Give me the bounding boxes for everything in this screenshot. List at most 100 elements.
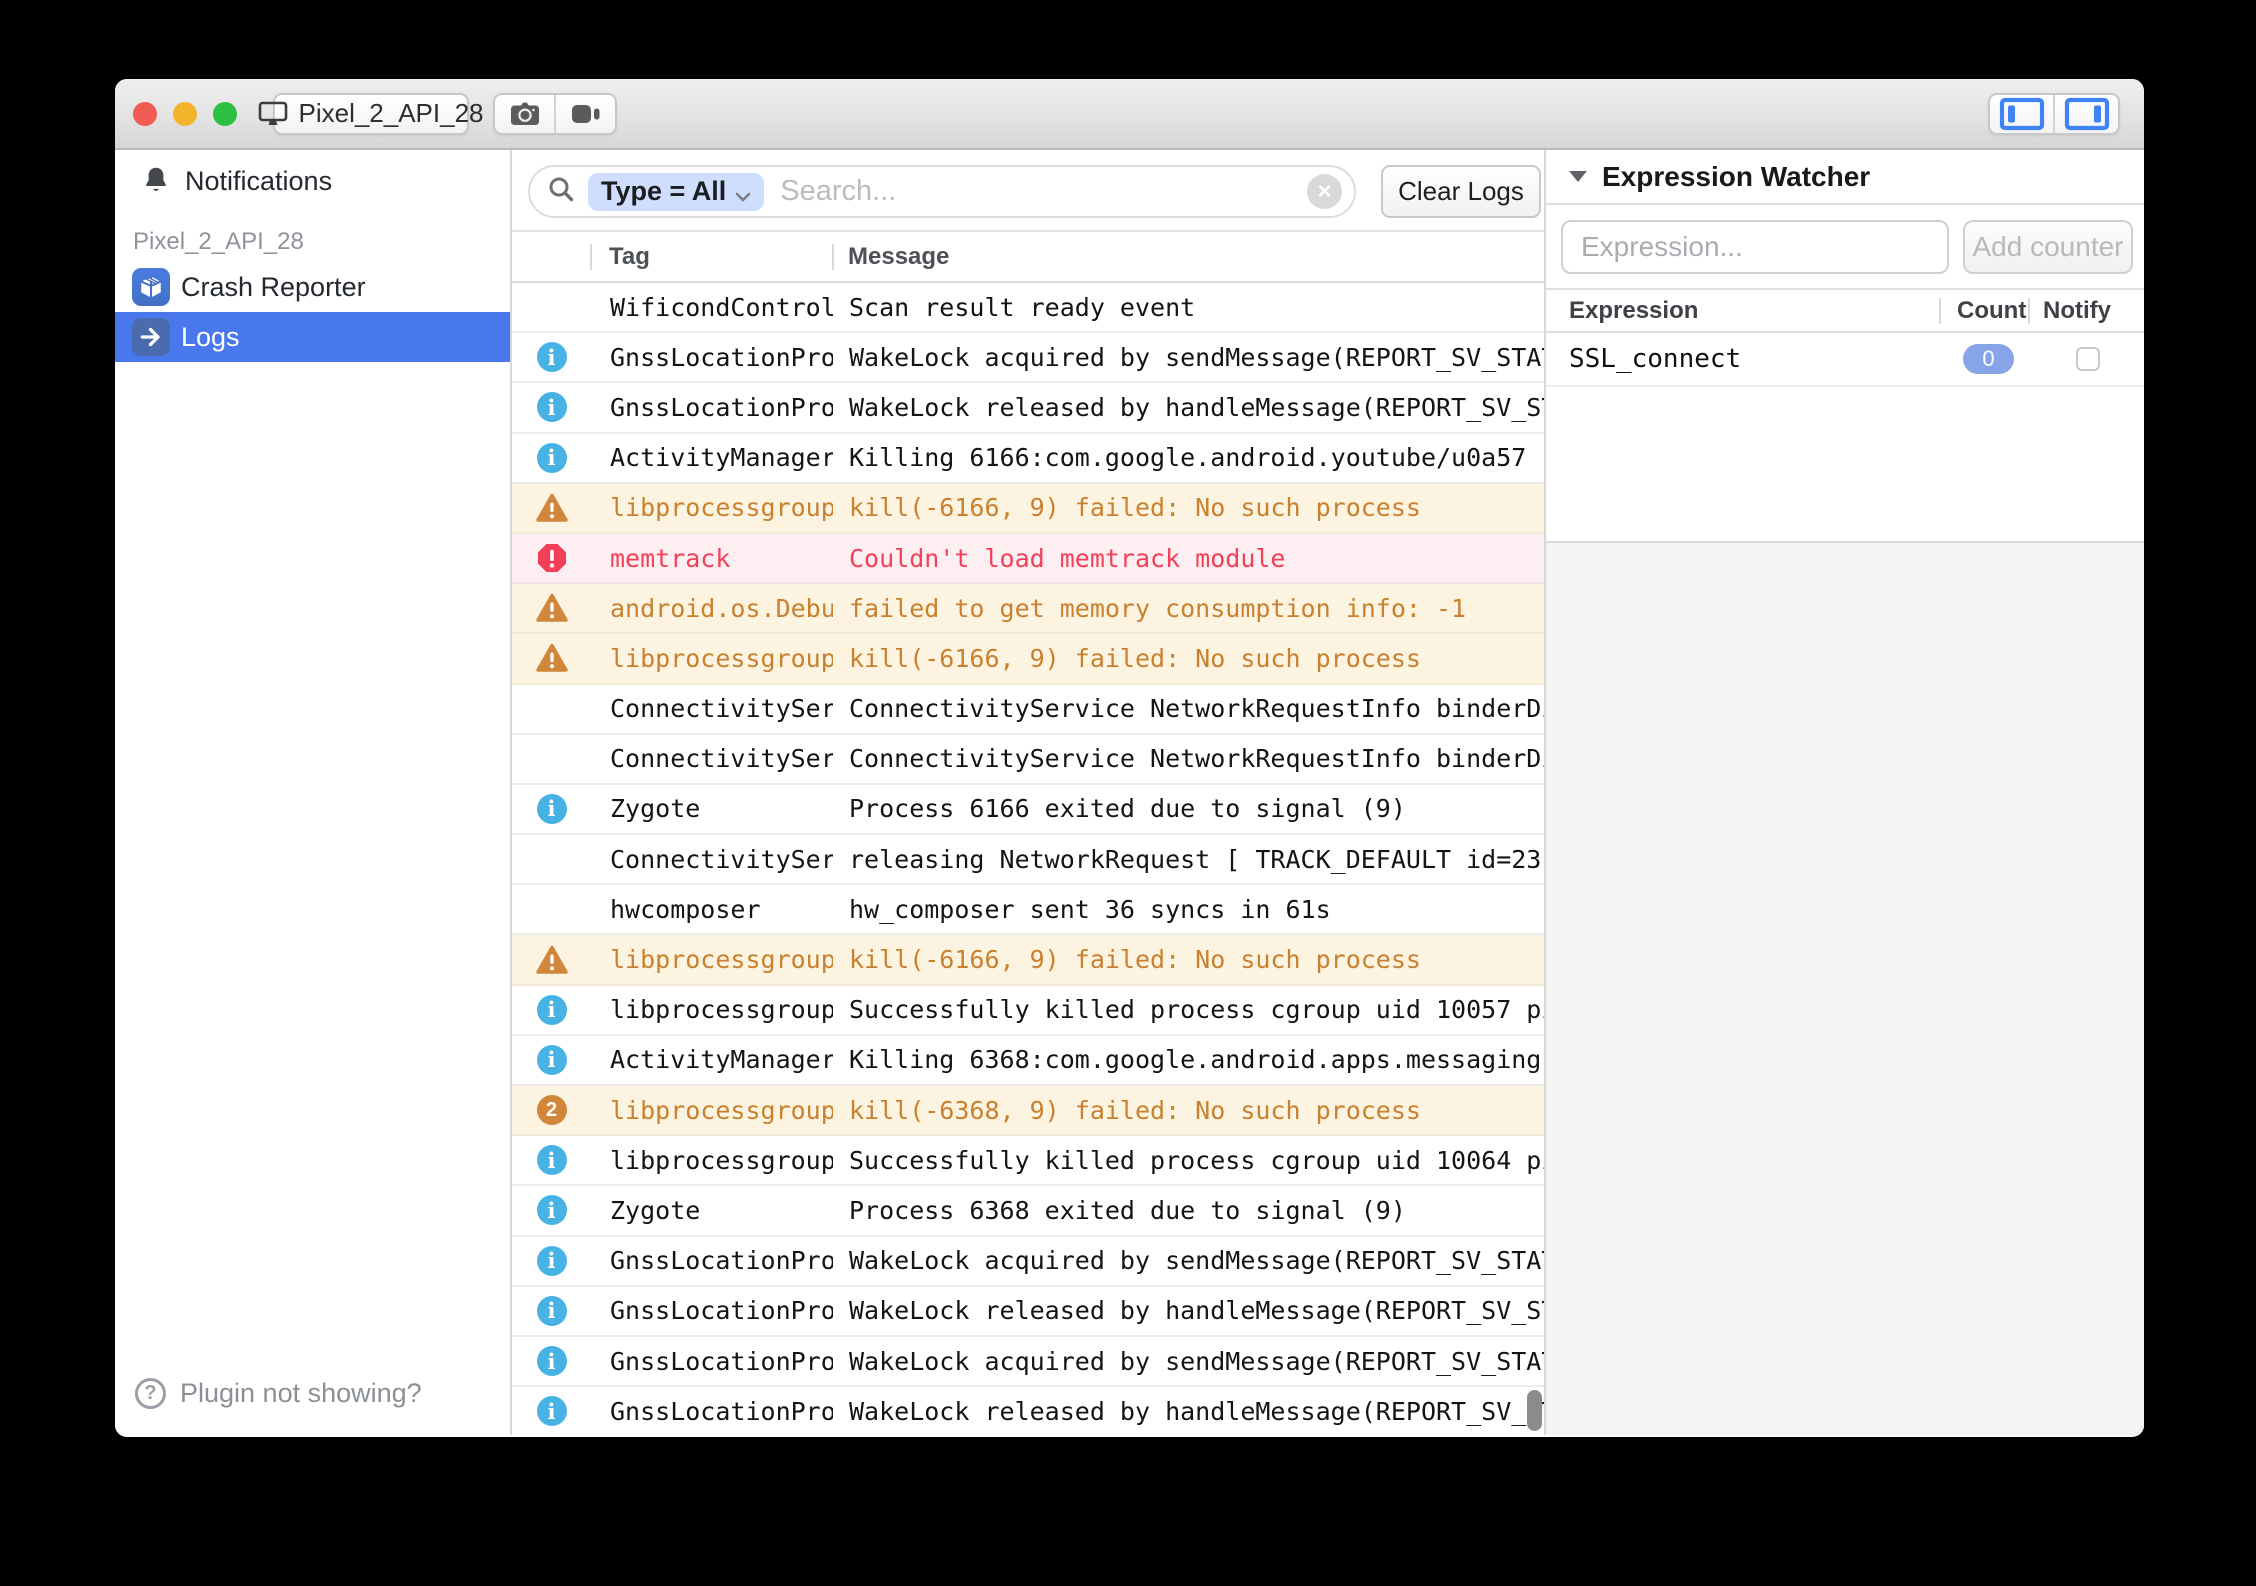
log-panel: Type = All × Clear Logs [512,150,1544,1435]
log-message-cell: ConnectivityService NetworkRequestInfo b… [833,694,1544,723]
expression-watcher-panel: Expression Watcher Add counter Expressio… [1544,150,2144,1435]
log-row[interactable]: i GnssLocationProvider WakeLock acquired… [512,1237,1544,1287]
log-tag-cell: GnssLocationProvider [591,393,833,422]
warning-icon [536,493,568,523]
camera-icon [510,102,540,126]
log-tag-cell: GnssLocationProvider [591,1296,833,1325]
log-row[interactable]: libprocessgroup kill(-6166, 9) failed: N… [512,634,1544,684]
log-row[interactable]: i ActivityManager Killing 6368:com.googl… [512,1036,1544,1086]
log-row[interactable]: ConnectivityService releasing NetworkReq… [512,835,1544,885]
log-message-cell: Process 6166 exited due to signal (9) [833,794,1544,823]
log-row[interactable]: memtrack Couldn't load memtrack module [512,534,1544,584]
log-level-cell: i [512,1346,591,1376]
log-tag-cell: ActivityManager [591,443,833,472]
clear-logs-button[interactable]: Clear Logs [1381,165,1541,218]
plugin-help-link[interactable]: ? Plugin not showing? [135,1378,422,1409]
sidebar-item-label: Logs [181,322,240,353]
log-row[interactable]: i GnssLocationProvider WakeLock released… [512,1287,1544,1337]
log-row[interactable]: libprocessgroup kill(-6166, 9) failed: N… [512,484,1544,534]
log-tag-cell: libprocessgroup [591,1146,833,1175]
log-row[interactable]: i Zygote Process 6368 exited due to sign… [512,1186,1544,1236]
warning-icon [536,945,568,975]
watcher-background-area [1546,543,2144,1435]
log-tag-cell: Zygote [591,1196,833,1225]
log-row[interactable]: WificondControl Scan result ready event [512,283,1544,333]
log-row[interactable]: i ActivityManager Killing 6166:com.googl… [512,434,1544,484]
desktop-background: Pixel_2_API_28 [0,0,2256,1586]
log-tag-cell: libprocessgroup [591,1096,833,1125]
log-row[interactable]: android.os.Debug failed to get memory co… [512,584,1544,634]
titlebar: Pixel_2_API_28 [115,79,2144,150]
log-row[interactable]: libprocessgroup kill(-6166, 9) failed: N… [512,935,1544,985]
sidebar-item-logs[interactable]: Logs [115,312,510,362]
notify-column-header: Notify [2030,297,2144,325]
minimize-button[interactable] [173,102,197,126]
type-filter-chip[interactable]: Type = All [588,173,764,211]
info-icon: i [537,1246,567,1276]
log-message-cell: Successfully killed process cgroup uid 1… [833,995,1544,1024]
right-panel-icon [2064,97,2110,131]
log-level-cell: i [512,1145,591,1175]
expression-input[interactable] [1561,220,1949,274]
log-level-cell: i [512,1045,591,1075]
log-toolbar: Type = All × Clear Logs [512,150,1544,232]
watcher-row[interactable]: SSL_connect 0 [1546,333,2144,387]
watcher-input-row: Add counter [1546,205,2144,290]
log-message-cell: WakeLock released by handleMessage(REPOR… [833,393,1544,422]
log-message-cell: kill(-6166, 9) failed: No such process [833,644,1544,673]
info-icon: i [537,443,567,473]
log-rows-container: WificondControl Scan result ready event … [512,283,1544,1435]
log-row[interactable]: i GnssLocationProvider WakeLock released… [512,1387,1544,1435]
log-row[interactable]: ConnectivityService ConnectivityService … [512,685,1544,735]
log-level-cell: i [512,1296,591,1326]
log-row[interactable]: ConnectivityService ConnectivityService … [512,735,1544,785]
log-message-cell: Successfully killed process cgroup uid 1… [833,1146,1544,1175]
log-level-cell [512,493,591,523]
log-message-cell: Killing 6166:com.google.android.youtube/… [833,443,1544,472]
log-message-cell: kill(-6368, 9) failed: No such process [833,1096,1544,1125]
clear-search-icon[interactable]: × [1307,174,1342,209]
search-input[interactable] [780,175,1307,208]
toggle-left-panel-button[interactable] [1990,95,2053,133]
log-row[interactable]: i GnssLocationProvider WakeLock acquired… [512,333,1544,383]
zoom-button[interactable] [213,102,237,126]
sidebar-item-crash-reporter[interactable]: Crash Reporter [115,262,510,312]
log-row[interactable]: 2 libprocessgroup kill(-6368, 9) failed:… [512,1086,1544,1136]
info-icon: i [537,342,567,372]
notify-checkbox[interactable] [2076,347,2100,371]
watcher-header[interactable]: Expression Watcher [1546,150,2144,205]
log-row[interactable]: i libprocessgroup Successfully killed pr… [512,1136,1544,1186]
log-row[interactable]: i GnssLocationProvider WakeLock released… [512,383,1544,433]
panel-toggle-group [1988,93,2120,135]
device-tab[interactable]: Pixel_2_API_28 [273,93,469,135]
log-tag-cell: GnssLocationProvider [591,343,833,372]
screenshot-button[interactable] [495,95,554,133]
watcher-rows-container: SSL_connect 0 [1546,333,2144,387]
info-icon: i [537,794,567,824]
log-message-cell: Scan result ready event [833,293,1544,322]
toggle-right-panel-button[interactable] [2053,95,2118,133]
close-button[interactable] [133,102,157,126]
bell-icon [141,162,171,200]
log-tag-cell: GnssLocationProvider [591,1246,833,1275]
log-tag-cell: ConnectivityService [591,744,833,773]
log-table-header: Tag Message [512,232,1544,283]
sidebar-item-notifications[interactable]: Notifications [115,156,510,206]
log-level-cell: i [512,342,591,372]
add-counter-button[interactable]: Add counter [1963,220,2133,274]
crash-reporter-icon [132,268,170,306]
count-badge: 2 [537,1095,567,1125]
log-tag-cell: WificondControl [591,293,833,322]
log-row[interactable]: i libprocessgroup Successfully killed pr… [512,986,1544,1036]
log-row[interactable]: i GnssLocationProvider WakeLock acquired… [512,1337,1544,1387]
app-window: Pixel_2_API_28 [115,79,2144,1437]
watcher-empty-area [1546,387,2144,543]
log-row[interactable]: i Zygote Process 6166 exited due to sign… [512,785,1544,835]
search-bar[interactable]: Type = All × [528,165,1356,218]
log-row[interactable]: hwcomposer hw_composer sent 36 syncs in … [512,885,1544,935]
scrollbar-thumb[interactable] [1527,1390,1542,1431]
info-icon: i [537,995,567,1025]
info-icon: i [537,392,567,422]
log-message-cell: WakeLock acquired by sendMessage(REPORT_… [833,1246,1544,1275]
record-video-button[interactable] [554,95,615,133]
